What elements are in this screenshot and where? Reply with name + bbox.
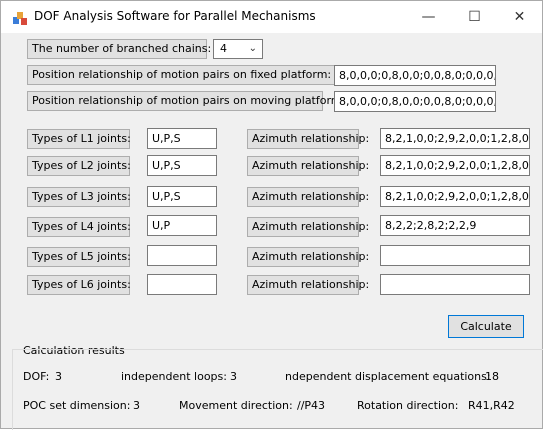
minimize-button[interactable]: — [406,1,451,33]
leg-4-joints-label: Types of L4 joints: [27,217,131,237]
rotation-value: R41,R42 [468,399,515,412]
leg-4-joints-field[interactable]: U,P [147,215,217,236]
leg-4-azimuth-field[interactable]: 8,2,2;2,8,2;2,2,9 [380,215,530,236]
poc-label: POC set dimension: [23,399,131,412]
leg-2-joints-field[interactable]: U,P,S [147,155,217,176]
leg-2-joints-label: Types of L2 joints: [27,156,131,176]
leg-5-azimuth-field[interactable] [380,245,530,266]
poc-value: 3 [133,399,140,412]
fixed-platform-field[interactable]: 8,0,0,0;0,8,0,0;0,0,8,0;0,0,0, [334,65,496,86]
leg-6-joints-field[interactable] [147,274,217,295]
leg-3-joints-field[interactable]: U,P,S [147,186,217,207]
leg-6-azimuth-label: Azimuth relationship: [247,275,369,295]
leg-2-azimuth-label: Azimuth relationship: [247,156,369,176]
movement-label: Movement direction: [179,399,293,412]
moving-platform-label: Position relationship of motion pairs on… [27,91,345,111]
loops-value: 3 [230,370,237,383]
movement-value: //P43 [297,399,326,412]
equations-value: 18 [485,370,499,383]
leg-4-azimuth-label: Azimuth relationship: [247,217,369,237]
leg-5-joints-label: Types of L5 joints: [27,247,131,267]
calculate-button[interactable]: Calculate [448,315,524,338]
leg-5-azimuth-label: Azimuth relationship: [247,247,369,267]
app-icon [13,12,27,25]
leg-1-joints-field[interactable]: U,P,S [147,128,217,149]
leg-3-joints-label: Types of L3 joints: [27,187,131,207]
title-bar[interactable]: DOF Analysis Software for Parallel Mecha… [1,1,542,33]
leg-2-azimuth-field[interactable]: 8,2,1,0,0;2,9,2,0,0;1,2,8,0 [380,155,530,176]
fixed-platform-label: Position relationship of motion pairs on… [27,65,335,85]
dof-label: DOF: [23,370,50,383]
window-title: DOF Analysis Software for Parallel Mecha… [34,9,316,23]
leg-5-joints-field[interactable] [147,245,217,266]
leg-3-azimuth-label: Azimuth relationship: [247,187,369,207]
dof-value: 3 [55,370,62,383]
app-window: DOF Analysis Software for Parallel Mecha… [0,0,543,430]
branched-chains-select[interactable]: 4 ⌄ [213,39,263,59]
leg-1-joints-label: Types of L1 joints: [27,129,131,149]
close-button[interactable]: ✕ [497,1,542,33]
leg-3-azimuth-field[interactable]: 8,2,1,0,0;2,9,2,0,0;1,2,8,0 [380,186,530,207]
leg-1-azimuth-label: Azimuth relationship: [247,129,369,149]
loops-label: independent loops: [121,370,227,383]
moving-platform-field[interactable]: 8,0,0,0;0,8,0,0;0,0,8,0;0,0,0, [334,91,496,112]
branched-chains-value: 4 [220,42,227,55]
leg-6-joints-label: Types of L6 joints: [27,275,131,295]
leg-6-azimuth-field[interactable] [380,274,530,295]
equations-label: ndependent displacement equations: [285,370,491,383]
branched-chains-label: The number of branched chains: [27,39,211,59]
maximize-button[interactable]: ☐ [452,1,497,33]
leg-1-azimuth-field[interactable]: 8,2,1,0,0;2,9,2,0,0;1,2,8,0 [380,128,530,149]
chevron-down-icon: ⌄ [248,43,257,54]
results-group [12,349,543,430]
rotation-label: Rotation direction: [357,399,459,412]
